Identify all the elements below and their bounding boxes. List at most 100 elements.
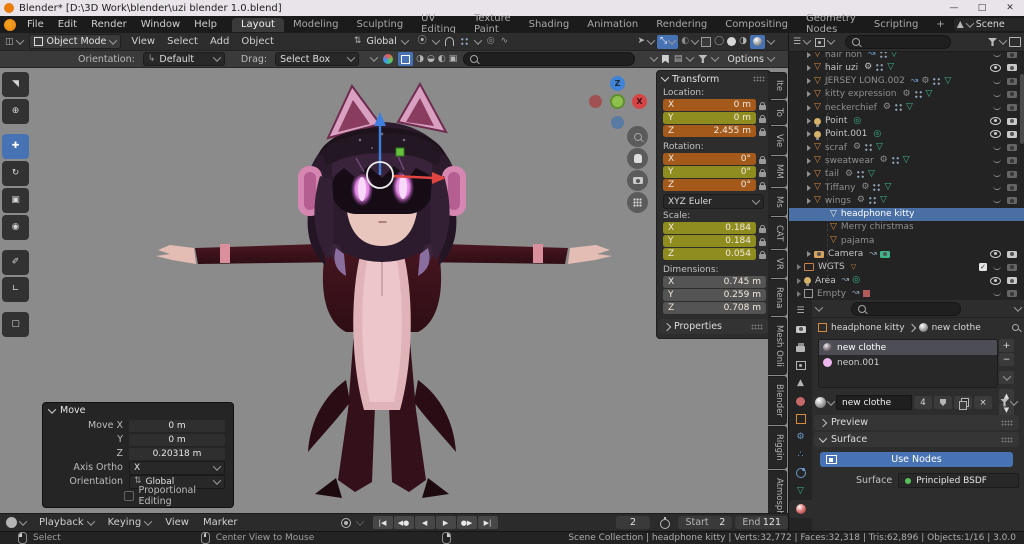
eye-closed-icon[interactable] [993, 105, 1001, 111]
axis-neg-x-ball[interactable] [589, 95, 602, 108]
lock-icon[interactable] [759, 127, 766, 136]
workspace-tab-scripting[interactable]: Scripting [865, 18, 927, 32]
proportional-editing-icon[interactable]: ◎ [487, 37, 495, 46]
sidebar-tab-vr[interactable]: VR [768, 250, 787, 278]
shading-rendered-toggle[interactable] [750, 34, 765, 49]
transform-field-y[interactable]: Y 0.184 [663, 235, 756, 247]
lock-icon[interactable] [759, 101, 766, 110]
transform-field-y[interactable]: Y 0° [663, 166, 756, 178]
scope-chevron-icon[interactable] [826, 36, 836, 45]
outliner-search-input[interactable] [845, 35, 952, 49]
sidebar-tab-riggin[interactable]: Riggin [768, 425, 787, 469]
auto-key-record-icon[interactable] [340, 517, 351, 528]
jump-end-button[interactable]: ▶| [477, 516, 498, 529]
scene-selector[interactable]: Scene × [953, 18, 1024, 31]
use-nodes-button[interactable]: Use Nodes [820, 452, 1013, 467]
workspace-tab-compositing[interactable]: Compositing [716, 18, 797, 32]
properties-tab-scene[interactable]: ▲ [789, 374, 812, 392]
mode-selector[interactable]: Object Mode [28, 34, 122, 49]
blender-icon[interactable] [4, 18, 16, 31]
tool-select-tweak-button[interactable]: ◥ [2, 72, 29, 97]
render-visibility-icon[interactable] [1007, 250, 1017, 258]
material-filter-icon[interactable] [1000, 398, 1009, 407]
gradient-sphere-icon[interactable] [383, 54, 394, 64]
axis-x-ball[interactable]: X [632, 94, 647, 109]
render-visibility-icon[interactable] [1007, 277, 1017, 285]
render-visibility-icon[interactable] [1007, 64, 1017, 72]
tool-add-cube-button[interactable]: ▢ [2, 312, 29, 337]
sidebar-tab-mm[interactable]: MM [768, 156, 787, 187]
outliner-item-point[interactable]: Point ◎ [789, 115, 1024, 128]
sidebar-tab-ms[interactable]: Ms [768, 187, 787, 216]
eye-closed-icon[interactable] [993, 158, 1001, 164]
expand-arrow-icon[interactable] [807, 118, 811, 124]
pivot-chevron-icon[interactable] [431, 35, 441, 45]
workspace-tab-sculpting[interactable]: Sculpting [347, 18, 412, 32]
sidebar-tab-vie[interactable]: Vie [768, 126, 787, 156]
properties-tab-editor-type[interactable]: ☰ [789, 302, 812, 320]
viewport-menu-add[interactable]: Add [204, 36, 235, 47]
eye-closed-icon[interactable] [993, 79, 1001, 84]
filter-chevron-icon[interactable] [711, 53, 720, 62]
pivot-point-icon[interactable]: ⦿ [418, 37, 427, 46]
outliner-item-area[interactable]: Area ↝ ◎ [789, 274, 1024, 287]
properties-tab-material[interactable] [789, 500, 812, 518]
surface-shader-dropdown[interactable]: Principled BSDF [898, 473, 1019, 488]
slot-specials-button[interactable] [999, 371, 1014, 384]
menu-render[interactable]: Render [84, 19, 134, 30]
breadcrumb-material[interactable]: new clothe [932, 323, 981, 333]
workspace-tab-animation[interactable]: Animation [578, 18, 647, 32]
outliner-filter-icon[interactable] [988, 38, 997, 46]
outliner-item-merry-chirstmas[interactable]: ▽ Merry chirstmas [789, 221, 1024, 234]
properties-tab-render[interactable] [789, 320, 812, 338]
frame-start-field[interactable]: Start 2 [678, 516, 733, 529]
add-slot-button[interactable]: + [999, 339, 1014, 352]
browse-chevron-icon[interactable] [826, 396, 836, 406]
eye-open-icon[interactable] [990, 63, 1001, 72]
workspace-tab-modeling[interactable]: Modeling [284, 18, 348, 32]
outliner-item-hair-uzi[interactable]: ▽ hair uzi ⚙ ▽ [789, 61, 1024, 74]
render-visibility-icon[interactable] [1007, 290, 1017, 298]
sidebar-tab-atmosphe[interactable]: Atmosphe [768, 469, 787, 513]
expand-arrow-icon[interactable] [807, 91, 811, 98]
transform-field-z[interactable]: Z 0.054 [663, 248, 756, 260]
transform-orientation-dropdown[interactable]: ⇅ Global [350, 35, 412, 48]
render-visibility-icon[interactable] [1007, 52, 1017, 58]
render-visibility-icon[interactable] [1007, 170, 1017, 178]
panel-grip[interactable] [753, 76, 765, 82]
eye-closed-icon[interactable] [993, 145, 1001, 151]
select-visibility-icon[interactable]: ➤ [637, 37, 645, 46]
prev-keyframe-button[interactable]: ◀● [393, 516, 414, 529]
tool-measure-button[interactable]: ∟ [2, 277, 29, 302]
lock-icon[interactable] [759, 237, 766, 246]
axis-ortho-dropdown[interactable]: X [129, 460, 225, 475]
workspace-tab-shading[interactable]: Shading [520, 18, 579, 32]
menu-file[interactable]: File [20, 19, 51, 30]
maximize-button[interactable]: □ [968, 0, 996, 16]
workspace-tab--[interactable]: + [927, 18, 953, 32]
eye-closed-icon[interactable] [993, 291, 1001, 297]
outliner-item-kitty-expression[interactable]: ▽ kitty expression ⚙ ▽ [789, 88, 1024, 101]
lock-icon[interactable] [759, 250, 766, 259]
users-count-button[interactable]: 4 [914, 396, 932, 409]
axis-y-ball[interactable] [610, 94, 625, 109]
breadcrumb-object[interactable]: headphone kitty [831, 323, 905, 333]
properties-search-input[interactable] [851, 301, 961, 316]
render-visibility-icon[interactable] [1007, 104, 1017, 112]
material-name-field[interactable]: new clothe [836, 395, 912, 410]
options-dropdown[interactable]: Options [723, 53, 778, 65]
outliner-item-tiffany[interactable]: ▽ Tiffany ⚙ ▽ [789, 181, 1024, 194]
list-icon[interactable]: ▤ [674, 54, 683, 64]
workspace-tab-layout[interactable]: Layout [231, 17, 284, 32]
transform-field-z[interactable]: Z 2.455 m [663, 125, 756, 137]
sidebar-tab-cat[interactable]: CAT [768, 216, 787, 249]
outliner-item-sweatwear[interactable]: ▽ sweatwear ⚙ ▽ [789, 154, 1024, 167]
properties-tab-world[interactable] [789, 392, 812, 410]
select-visibility-chevron-icon[interactable] [646, 35, 656, 45]
axis-z-ball[interactable]: Z [610, 76, 625, 91]
outliner-item-empty[interactable]: Empty ↝ [789, 287, 1024, 300]
eye-open-icon[interactable] [990, 117, 1001, 125]
render-visibility-icon[interactable] [1007, 90, 1017, 98]
render-visibility-icon[interactable] [1007, 157, 1017, 165]
properties-tab-object[interactable] [789, 410, 812, 428]
